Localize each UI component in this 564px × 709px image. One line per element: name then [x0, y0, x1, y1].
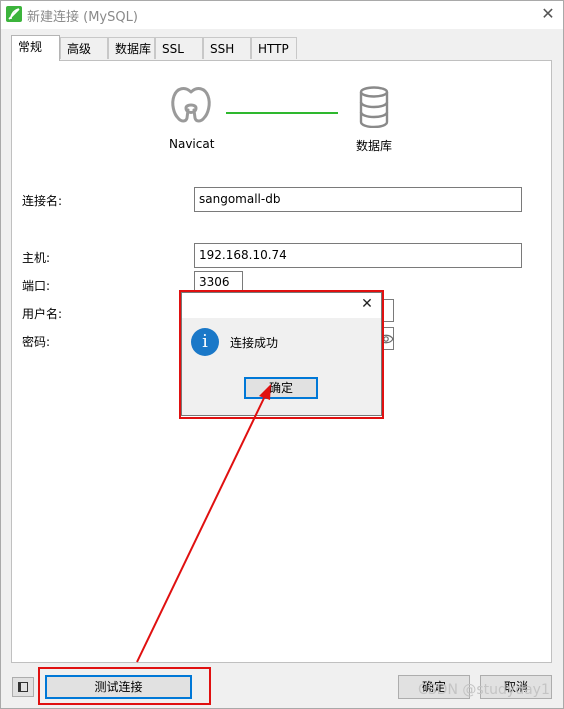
database-icon — [359, 86, 389, 128]
tab-databases[interactable]: 数据库 — [108, 37, 155, 59]
database-label: 数据库 — [356, 139, 393, 153]
navicat-logo-icon — [171, 87, 211, 123]
password-label: 密码: — [22, 335, 51, 349]
navicat-leaf-icon — [6, 6, 22, 22]
tab-ssh[interactable]: SSH — [203, 37, 251, 59]
port-label: 端口: — [22, 279, 51, 293]
host-label: 主机: — [22, 251, 51, 265]
tab-bar: 常规 高级 数据库 SSL SSH HTTP — [0, 35, 564, 61]
tab-advanced[interactable]: 高级 — [60, 37, 108, 59]
username-label: 用户名: — [22, 307, 63, 321]
host-input[interactable]: 192.168.10.74 — [194, 243, 522, 268]
navicat-label: Navicat — [169, 137, 215, 151]
connection-name-label: 连接名: — [22, 194, 63, 208]
panel-toggle-icon-bar — [18, 682, 21, 692]
connection-link-line — [226, 112, 338, 114]
tab-general[interactable]: 常规 — [11, 35, 60, 61]
watermark: CSDN @studyday1 — [418, 682, 550, 698]
tab-http[interactable]: HTTP — [251, 37, 297, 59]
connection-name-input[interactable]: sangomall-db — [194, 187, 522, 212]
window-title: 新建连接 (MySQL) — [27, 10, 138, 25]
dialog-annotation-box — [179, 290, 384, 419]
window-close-button[interactable]: ✕ — [538, 3, 558, 25]
test-button-annotation-box — [38, 667, 211, 705]
tab-ssl[interactable]: SSL — [155, 37, 203, 59]
